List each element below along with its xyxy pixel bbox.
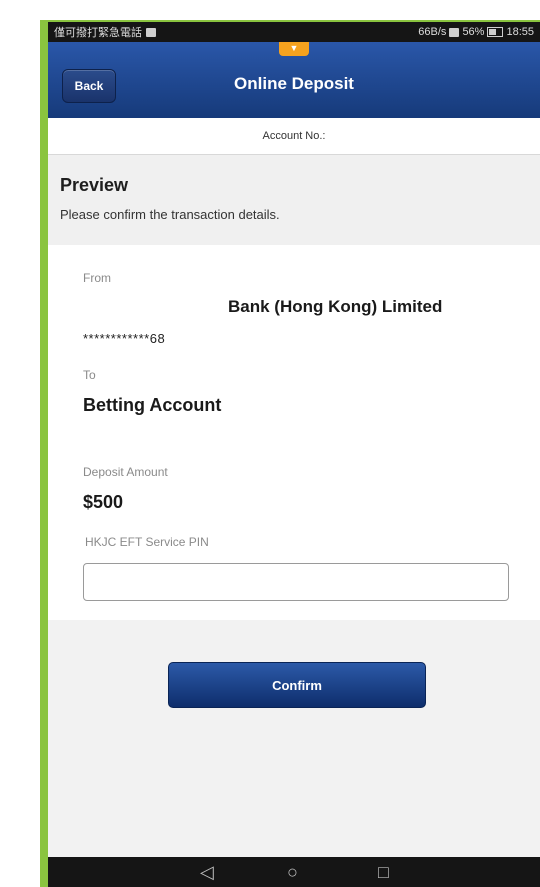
header-bar: ▼ Back Online Deposit <box>48 42 540 118</box>
back-button[interactable]: Back <box>62 69 116 103</box>
nav-home-icon[interactable]: ○ <box>287 863 298 881</box>
from-bank-name: Bank (Hong Kong) Limited <box>228 297 443 316</box>
from-account-number: ************68 <box>83 331 166 346</box>
signal-icon <box>449 27 460 37</box>
device-frame: 僅可撥打緊急電話 66B/s 56% 18:55 ▼ Back Online D… <box>40 20 540 887</box>
status-bar: 僅可撥打緊急電話 66B/s 56% 18:55 <box>48 22 540 42</box>
battery-percent: 56% <box>462 26 485 38</box>
nav-back-icon[interactable]: ◁ <box>200 863 214 881</box>
to-label: To <box>83 368 96 382</box>
from-label: From <box>83 271 111 285</box>
chevron-down-icon: ▼ <box>289 43 299 53</box>
preview-subtitle: Please confirm the transaction details. <box>60 207 280 222</box>
confirm-button[interactable]: Confirm <box>168 662 426 708</box>
phone-screen: 僅可撥打緊急電話 66B/s 56% 18:55 ▼ Back Online D… <box>48 22 540 887</box>
to-value: Betting Account <box>83 395 222 415</box>
notification-icon <box>146 27 156 37</box>
preview-title: Preview <box>60 175 129 195</box>
deposit-amount-value: $500 <box>83 492 124 512</box>
battery-icon <box>487 27 504 37</box>
pin-label: HKJC EFT Service PIN <box>85 535 209 549</box>
status-time: 18:55 <box>506 26 534 38</box>
account-number-label: Account No.: <box>48 118 540 155</box>
pin-input[interactable] <box>83 563 509 601</box>
page-title: Online Deposit <box>234 74 354 93</box>
preview-section: Preview Please confirm the transaction d… <box>48 155 540 245</box>
status-left-text: 僅可撥打緊急電話 <box>54 27 142 39</box>
network-speed: 66B/s <box>418 26 447 38</box>
deposit-amount-label: Deposit Amount <box>83 465 168 479</box>
nav-recents-icon[interactable]: □ <box>378 863 389 881</box>
android-nav-bar: ◁ ○ □ <box>48 857 540 887</box>
pull-down-tab[interactable]: ▼ <box>279 42 309 56</box>
transaction-details: From Bank (Hong Kong) Limited **********… <box>48 245 540 620</box>
